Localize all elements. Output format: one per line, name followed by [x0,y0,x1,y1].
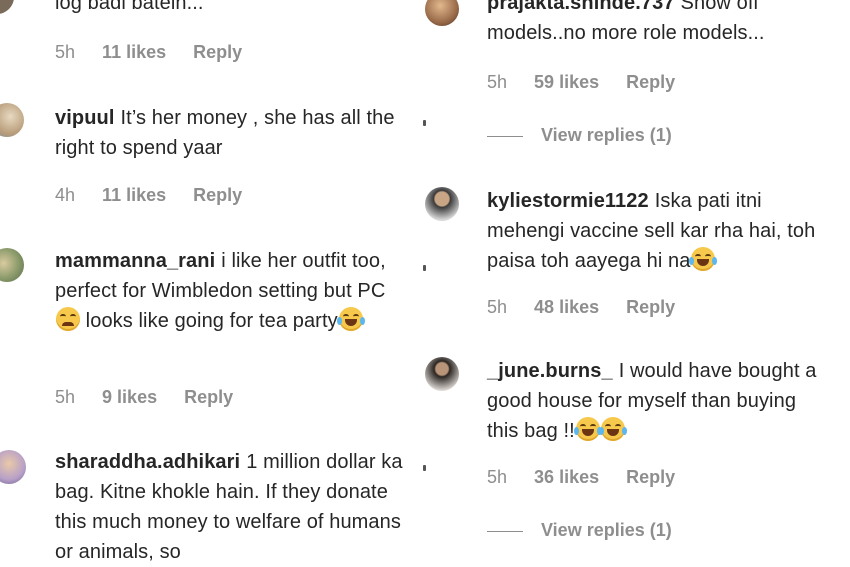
view-replies-button[interactable]: View replies (1) [487,125,672,146]
comment-text: prajakta.shinde.737 Show off models..no m… [487,0,817,48]
reply-button[interactable]: Reply [184,387,233,407]
comment-time: 5h [487,297,508,317]
likes-count[interactable]: 36 likes [534,467,599,487]
comment-text: sharaddha.adhikari 1 million dollar ka ba… [55,447,405,567]
replies-divider-line [487,530,523,532]
comment-username[interactable]: kyliestormie1122 [487,190,649,212]
comment-time: 5h [55,42,76,62]
reply-button[interactable]: Reply [193,185,242,205]
comment-time: 5h [55,387,76,407]
likes-count[interactable]: 11 likes [102,185,166,205]
disappointed-face-icon [56,307,80,331]
comments-column-right: prajakta.shinde.737 Show off models..no m… [425,0,850,550]
avatar[interactable] [425,357,459,391]
replies-divider-line [487,135,523,137]
likes-count[interactable]: 48 likes [534,297,599,317]
comment-meta: 5h 9 likes Reply [55,387,255,408]
comment-username[interactable]: sharaddha.adhikari [55,451,240,473]
avatar[interactable] [425,0,459,26]
avatar[interactable] [0,0,14,14]
comment-time: 5h [487,72,508,92]
reply-button[interactable]: Reply [626,72,675,92]
face-with-tears-of-joy-icon [573,417,602,441]
comment-time: 4h [55,185,76,205]
likes-count[interactable]: 9 likes [102,387,157,407]
face-with-tears-of-joy-icon [336,307,365,331]
likes-count[interactable]: 11 likes [102,42,166,62]
view-replies-button[interactable]: View replies (1) [487,520,672,541]
reply-button[interactable]: Reply [193,42,242,62]
comment-text: kyliestormie1122 Iska pati itni mehengi v… [487,186,827,276]
comment-username[interactable]: mammanna_rani [55,250,215,272]
comment-meta: 5h 11 likes Reply [55,42,264,63]
comment-text: log badi batein... [55,0,204,14]
comments-column-left: log badi batein... 5h 11 likes Reply vip… [0,0,420,563]
view-replies-label: View replies (1) [541,520,672,540]
avatar[interactable] [0,248,24,282]
comment-time: 5h [487,467,508,487]
comment-body-continued: looks like going for tea party [85,310,338,332]
avatar[interactable] [425,187,459,221]
avatar[interactable] [0,103,24,137]
comment-text: _june.burns_ I would have bought a good h… [487,356,832,446]
comment-username[interactable]: vipuul [55,107,115,129]
comment-meta: 5h 36 likes Reply [487,467,697,488]
face-with-tears-of-joy-icon [598,417,627,441]
comment-text: vipuul It’s her money , she has all the r… [55,103,405,163]
comment-meta: 5h 59 likes Reply [487,72,697,93]
comment-text: mammanna_rani i like her outfit too, perf… [55,246,390,336]
likes-count[interactable]: 59 likes [534,72,599,92]
avatar[interactable] [0,450,26,484]
comment-username[interactable]: prajakta.shinde.737 [487,0,675,14]
face-with-tears-of-joy-icon [689,247,718,271]
comment-username[interactable]: _june.burns_ [487,360,613,382]
reply-button[interactable]: Reply [626,297,675,317]
comment-meta: 4h 11 likes Reply [55,185,264,206]
reply-button[interactable]: Reply [626,467,675,487]
comment-meta: 5h 48 likes Reply [487,297,697,318]
view-replies-label: View replies (1) [541,125,672,145]
